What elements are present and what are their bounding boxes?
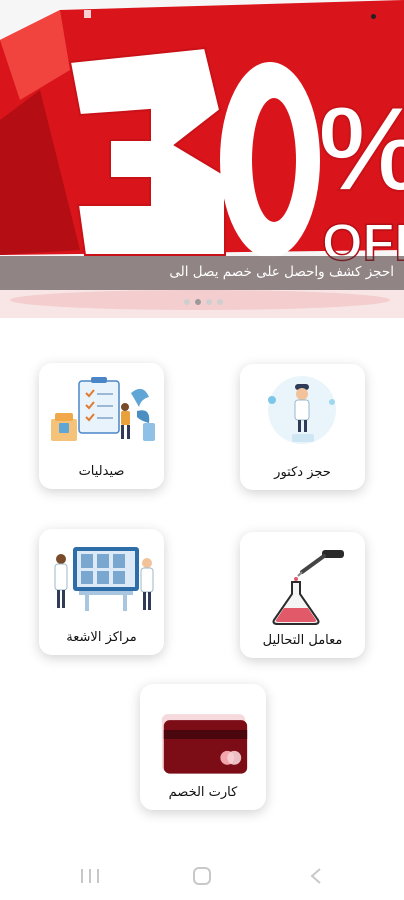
carousel-indicator: [184, 299, 223, 305]
service-card-radiology[interactable]: مراكز الاشعة: [39, 529, 164, 655]
carousel-dot[interactable]: [184, 299, 190, 305]
status-bar-icon: [371, 14, 376, 19]
radiology-xray-icon: [54, 547, 154, 611]
service-label: صيدليات: [78, 464, 125, 479]
service-label: مراكز الاشعة: [66, 630, 137, 645]
pharmacy-checklist-icon: [51, 377, 155, 441]
service-card-labs[interactable]: معامل التحاليل: [240, 532, 365, 658]
percent-text: %: [318, 82, 404, 216]
service-label: حجز دكتور: [274, 465, 331, 480]
banner-caption: احجز كشف واحصل على خصم يصل الى: [169, 264, 394, 280]
service-card-doctor[interactable]: حجز دكتور: [240, 364, 365, 490]
lab-flask-icon: [272, 550, 344, 625]
service-card-pharmacy[interactable]: صيدليات: [39, 363, 164, 489]
system-navigation-bar: [0, 852, 404, 900]
home-icon[interactable]: [188, 864, 216, 888]
discount-card-icon: [161, 714, 248, 774]
carousel-dot-active[interactable]: [195, 299, 201, 305]
service-card-discount-card[interactable]: كارت الخصم: [140, 684, 266, 810]
service-label: معامل التحاليل: [262, 633, 343, 648]
doctor-illustration-icon: [268, 376, 336, 444]
back-icon[interactable]: [302, 864, 330, 888]
promo-banner[interactable]: % OFF احجز كشف واحصل على خصم يصل الى: [0, 0, 404, 318]
carousel-dot[interactable]: [217, 299, 223, 305]
carousel-dot[interactable]: [206, 299, 212, 305]
service-label: كارت الخصم: [168, 785, 238, 800]
status-bar-chip: [84, 10, 91, 18]
banner-caption-bar: احجز كشف واحصل على خصم يصل الى: [0, 256, 404, 290]
recents-icon[interactable]: [76, 864, 104, 888]
